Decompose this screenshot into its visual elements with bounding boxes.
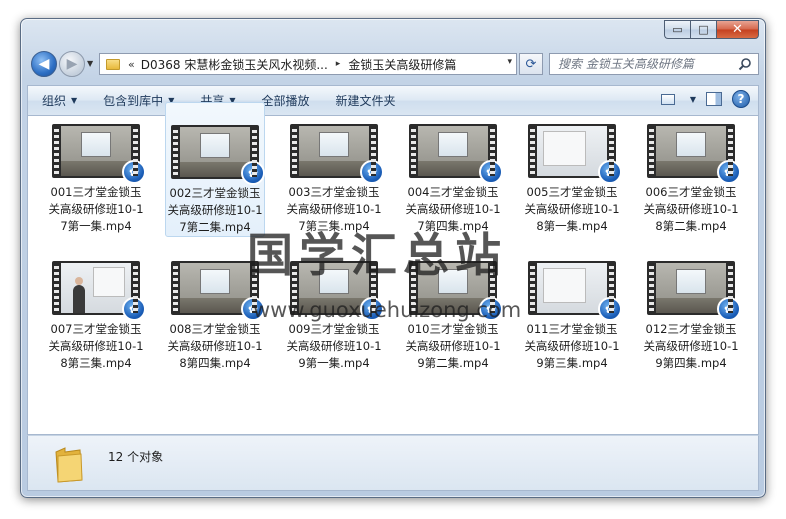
media-player-icon: ✿: [360, 160, 384, 184]
file-name: 002三才堂金锁玉关高级研修班10-17第二集.mp4: [167, 186, 263, 234]
media-player-icon: ✿: [479, 160, 503, 184]
video-thumbnail: ✿: [647, 261, 741, 321]
caption-buttons: ▭ □ ✕: [664, 20, 759, 39]
video-frame: [537, 126, 607, 176]
refresh-icon: ⟳: [525, 56, 537, 72]
file-item[interactable]: ✿ 006三才堂金锁玉关高级研修班10-18第二集.mp4: [641, 102, 741, 235]
file-item[interactable]: ✿ 001三才堂金锁玉关高级研修班10-17第一集.mp4: [46, 102, 146, 235]
video-thumbnail: ✿: [52, 261, 146, 321]
media-player-icon: ✿: [717, 160, 741, 184]
file-name: 010三才堂金锁玉关高级研修班10-19第二集.mp4: [405, 322, 501, 370]
file-item[interactable]: ✿ 010三才堂金锁玉关高级研修班10-19第二集.mp4: [403, 239, 503, 372]
close-button[interactable]: ✕: [716, 20, 759, 39]
video-frame: [656, 263, 726, 313]
video-frame: [299, 126, 369, 176]
video-thumbnail: ✿: [409, 124, 503, 184]
address-dropdown-icon[interactable]: ▾: [507, 57, 512, 67]
file-item[interactable]: ✿ 005三才堂金锁玉关高级研修班10-18第一集.mp4: [522, 102, 622, 235]
file-name: 007三才堂金锁玉关高级研修班10-18第三集.mp4: [48, 322, 144, 370]
video-thumbnail: ✿: [647, 124, 741, 184]
file-name: 005三才堂金锁玉关高级研修班10-18第一集.mp4: [524, 185, 620, 233]
back-button[interactable]: ◀: [31, 51, 57, 77]
minimize-button[interactable]: ▭: [664, 20, 690, 39]
file-item[interactable]: ✿ 012三才堂金锁玉关高级研修班10-19第四集.mp4: [641, 239, 741, 372]
breadcrumb-parent[interactable]: D0368 宋慧彬金锁玉关风水视频...: [141, 56, 328, 73]
breadcrumb-current[interactable]: 金锁玉关高级研修篇: [348, 56, 456, 73]
file-name: 001三才堂金锁玉关高级研修班10-17第一集.mp4: [48, 185, 144, 233]
search-icon[interactable]: [738, 57, 752, 71]
media-player-icon: ✿: [598, 160, 622, 184]
video-frame: [180, 263, 250, 313]
video-thumbnail: ✿: [171, 261, 265, 321]
video-thumbnail: ✿: [409, 261, 503, 321]
forward-button[interactable]: ▶: [59, 51, 85, 77]
address-bar[interactable]: « D0368 宋慧彬金锁玉关风水视频... ▸ 金锁玉关高级研修篇 ▾: [99, 53, 517, 75]
video-thumbnail: ✿: [52, 124, 146, 184]
video-frame: [418, 263, 488, 313]
search-input[interactable]: [558, 57, 738, 71]
file-name: 011三才堂金锁玉关高级研修班10-19第三集.mp4: [524, 322, 620, 370]
file-item[interactable]: ✿ 011三才堂金锁玉关高级研修班10-19第三集.mp4: [522, 239, 622, 372]
video-frame: [656, 126, 726, 176]
video-thumbnail: ✿: [290, 261, 384, 321]
file-item[interactable]: ✿ 003三才堂金锁玉关高级研修班10-17第三集.mp4: [284, 102, 384, 235]
video-thumbnail: ✿: [171, 125, 265, 185]
file-name: 012三才堂金锁玉关高级研修班10-19第四集.mp4: [643, 322, 739, 370]
video-frame: [180, 127, 250, 177]
media-player-icon: ✿: [122, 297, 146, 321]
video-frame: [299, 263, 369, 313]
video-frame: [537, 263, 607, 313]
media-player-icon: ✿: [360, 297, 384, 321]
recent-pages-dropdown[interactable]: ▼: [87, 59, 93, 68]
file-name: 008三才堂金锁玉关高级研修班10-18第四集.mp4: [167, 322, 263, 370]
file-name: 003三才堂金锁玉关高级研修班10-17第三集.mp4: [286, 185, 382, 233]
media-player-icon: ✿: [241, 297, 265, 321]
media-player-icon: ✿: [122, 160, 146, 184]
file-name: 006三才堂金锁玉关高级研修班10-18第二集.mp4: [643, 185, 739, 233]
media-player-icon: ✿: [717, 297, 741, 321]
file-item[interactable]: ✿ 008三才堂金锁玉关高级研修班10-18第四集.mp4: [165, 239, 265, 372]
file-item[interactable]: ✿ 007三才堂金锁玉关高级研修班10-18第三集.mp4: [46, 239, 146, 372]
explorer-window: ▭ □ ✕ ◀ ▶ ▼ « D0368 宋慧彬金锁玉关风水视频... ▸ 金锁玉…: [20, 18, 766, 498]
video-thumbnail: ✿: [528, 124, 622, 184]
video-frame: [61, 263, 131, 313]
file-list[interactable]: ✿ 001三才堂金锁玉关高级研修班10-17第一集.mp4 ✿ 002三才堂金锁玉关高…: [27, 102, 759, 435]
file-name: 009三才堂金锁玉关高级研修班10-19第一集.mp4: [286, 322, 382, 370]
video-frame: [61, 126, 131, 176]
refresh-button[interactable]: ⟳: [519, 53, 543, 75]
video-thumbnail: ✿: [290, 124, 384, 184]
video-thumbnail: ✿: [528, 261, 622, 321]
search-box[interactable]: [549, 53, 759, 75]
folder-icon: [55, 447, 83, 483]
video-frame: [418, 126, 488, 176]
file-item[interactable]: ✿ 004三才堂金锁玉关高级研修班10-17第四集.mp4: [403, 102, 503, 235]
file-name: 004三才堂金锁玉关高级研修班10-17第四集.mp4: [405, 185, 501, 233]
file-item[interactable]: ✿ 009三才堂金锁玉关高级研修班10-19第一集.mp4: [284, 239, 384, 372]
folder-icon: [106, 58, 120, 70]
details-pane: 12 个对象: [27, 435, 759, 491]
item-count: 12 个对象: [108, 450, 164, 464]
media-player-icon: ✿: [479, 297, 503, 321]
breadcrumb-separator-icon[interactable]: ▸: [336, 59, 341, 69]
media-player-icon: ✿: [241, 161, 265, 185]
navigation-bar: ◀ ▶ ▼ « D0368 宋慧彬金锁玉关风水视频... ▸ 金锁玉关高级研修篇…: [27, 49, 759, 79]
file-item[interactable]: ✿ 002三才堂金锁玉关高级研修班10-17第二集.mp4: [165, 102, 265, 237]
maximize-button[interactable]: □: [690, 20, 716, 39]
address-overflow-chevron[interactable]: «: [128, 58, 135, 71]
media-player-icon: ✿: [598, 297, 622, 321]
